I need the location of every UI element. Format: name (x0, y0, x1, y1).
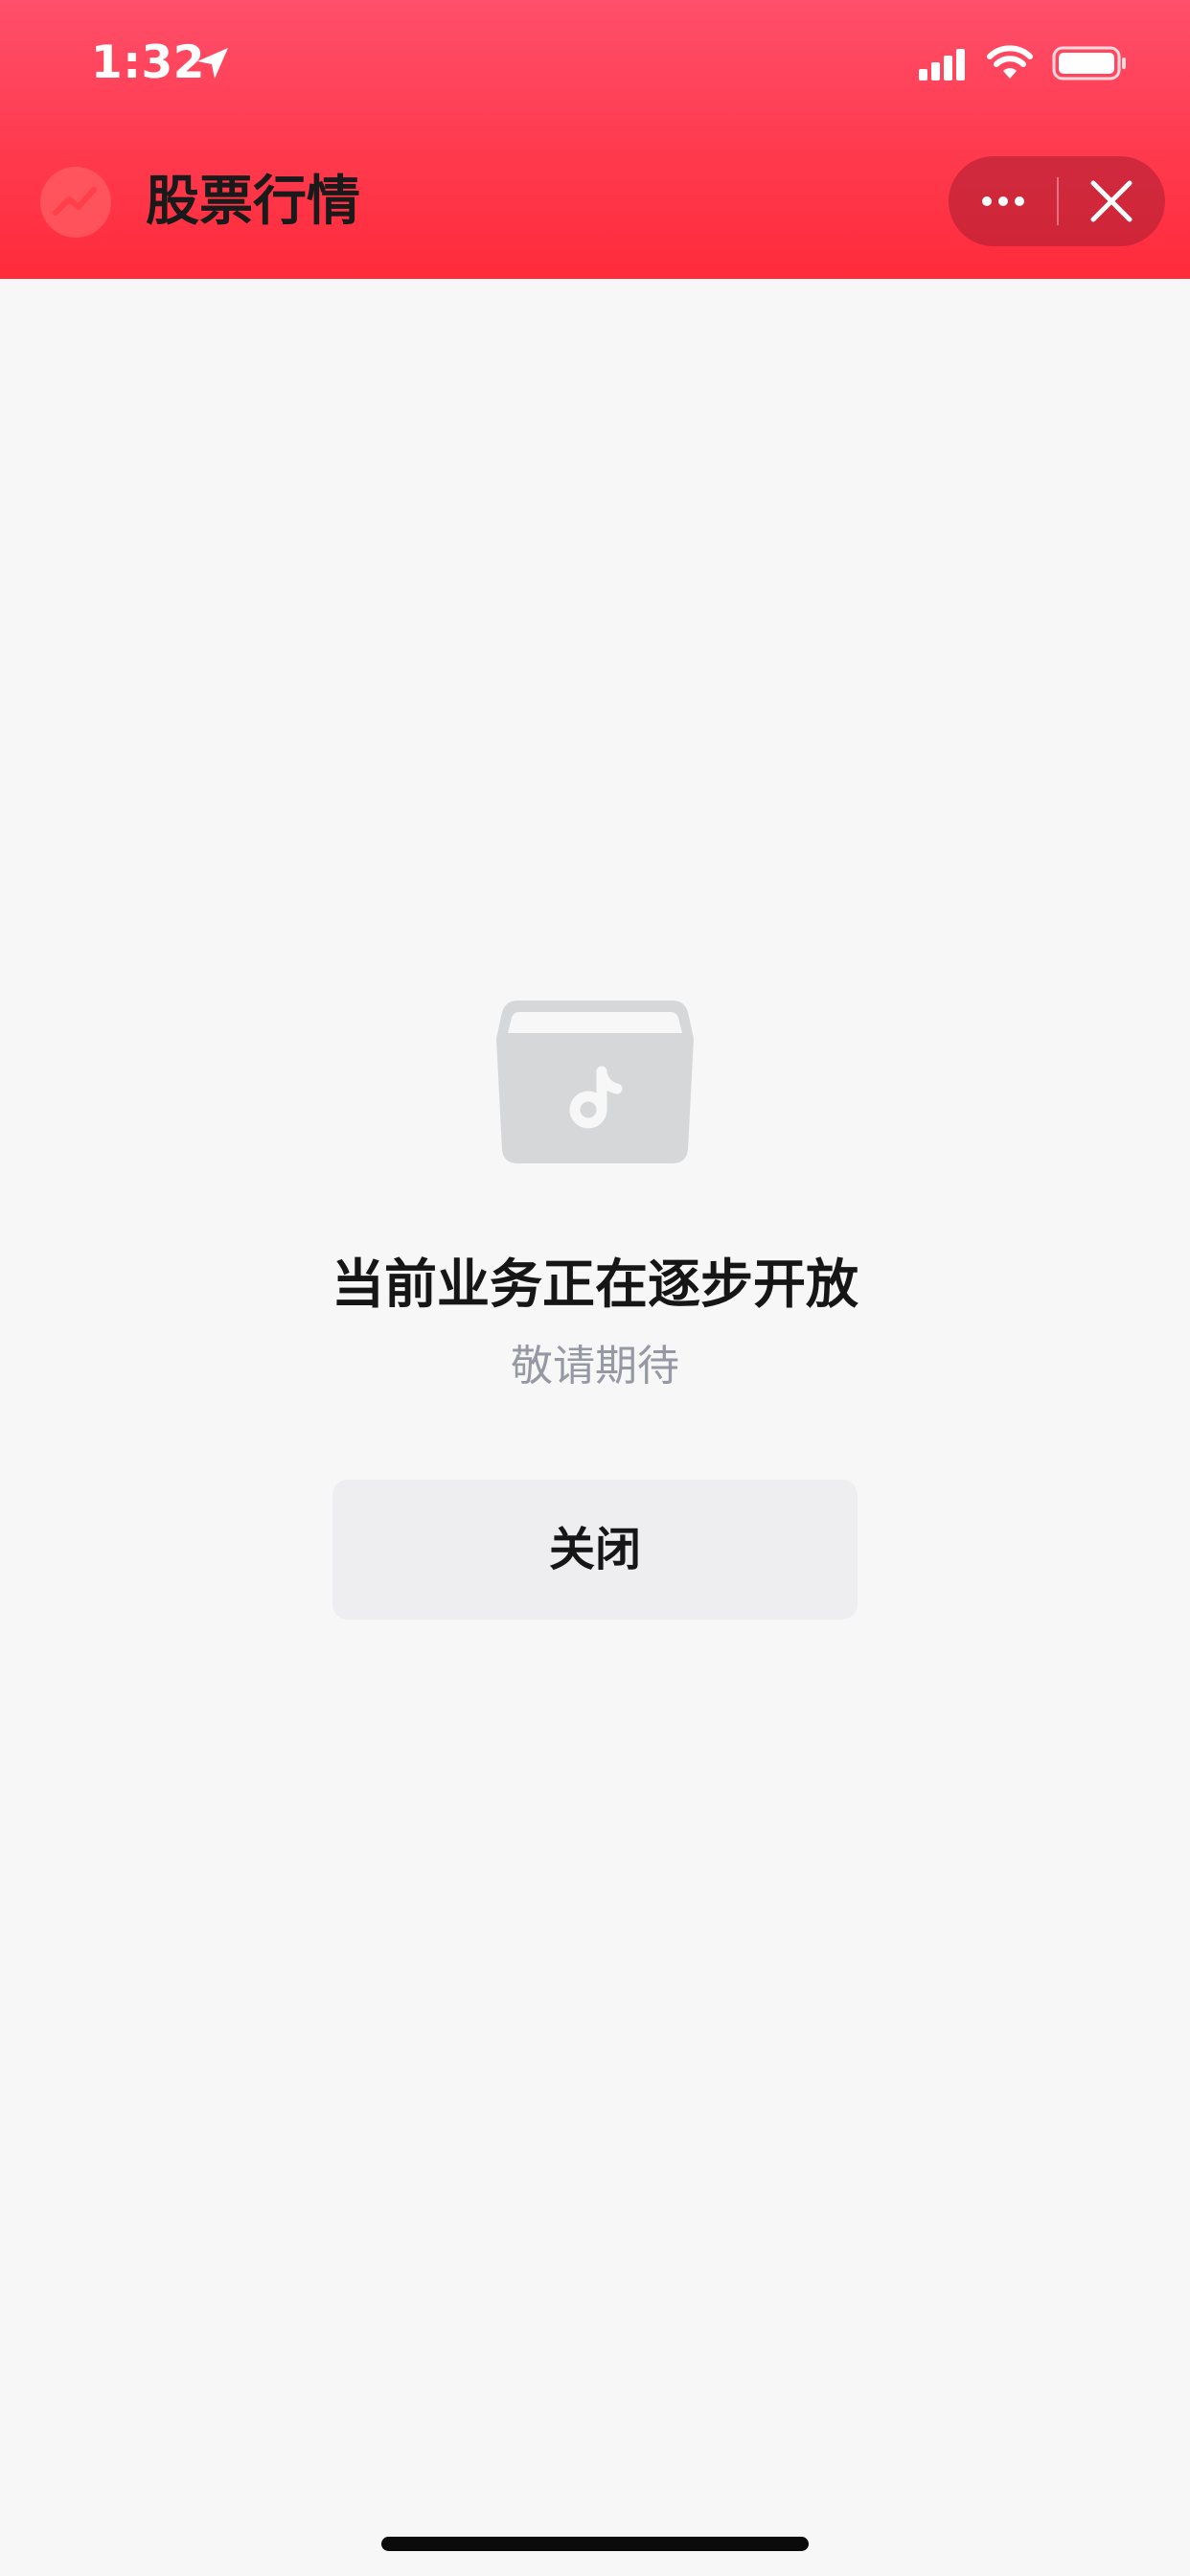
close-mini-app-button[interactable] (1059, 156, 1165, 246)
stock-trend-icon (53, 187, 97, 216)
app-logo (40, 167, 111, 238)
home-indicator[interactable] (381, 2537, 809, 2551)
douyin-box-icon (496, 1000, 694, 1163)
cellular-signal-icon (919, 49, 965, 80)
status-time: 1:32 (91, 36, 205, 89)
mini-app-header: 1:32 股票行情 (0, 0, 1190, 279)
mini-app-capsule (949, 156, 1165, 246)
status-headline: 当前业务正在逐步开放 (331, 1254, 858, 1315)
page-title: 股票行情 (146, 171, 360, 233)
more-button[interactable] (949, 156, 1056, 246)
close-button[interactable]: 关闭 (332, 1480, 858, 1620)
battery-icon (1052, 46, 1126, 80)
close-icon (1090, 180, 1133, 222)
status-subline: 敬请期待 (511, 1342, 679, 1391)
wifi-icon (987, 45, 1033, 79)
location-arrow-icon (197, 48, 228, 79)
